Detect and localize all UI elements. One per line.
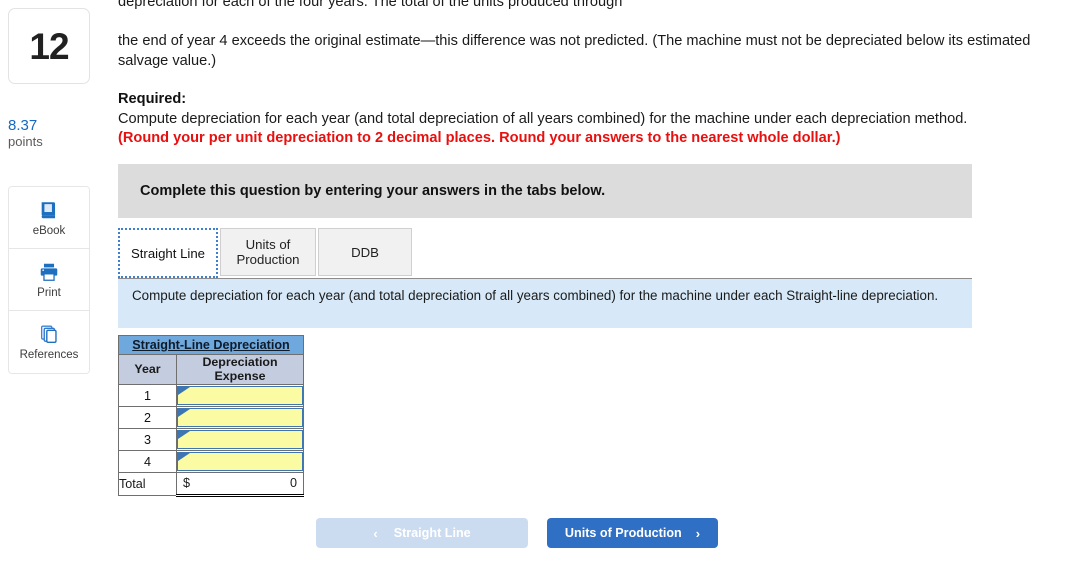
table-row: 4 bbox=[118, 450, 304, 473]
book-icon bbox=[38, 199, 60, 221]
column-header-year: Year bbox=[118, 354, 177, 385]
print-label: Print bbox=[37, 286, 61, 299]
table-title-row: Straight-Line Depreciation bbox=[118, 335, 304, 355]
tab-instruction-text: Compute depreciation for each year (and … bbox=[132, 288, 939, 303]
chevron-left-icon: ‹ bbox=[373, 525, 378, 541]
pages-stack-icon bbox=[38, 323, 60, 345]
ebook-button[interactable]: eBook bbox=[9, 187, 89, 249]
question-page: 12 8.37 points eBook Print References de… bbox=[0, 0, 1069, 561]
rounding-instruction: (Round your per unit depreciation to 2 d… bbox=[118, 130, 841, 146]
input-container-3 bbox=[176, 428, 304, 451]
total-label: Total bbox=[118, 472, 177, 496]
depreciation-input-year-3[interactable] bbox=[177, 430, 303, 449]
points-block: 8.37 points bbox=[8, 118, 104, 150]
depreciation-input-year-1[interactable] bbox=[177, 386, 303, 405]
references-label: References bbox=[19, 349, 79, 361]
year-cell-3: 3 bbox=[118, 428, 177, 451]
tab-ddb-label: DDB bbox=[351, 244, 379, 260]
table-total-row: Total $ 0 bbox=[118, 472, 304, 497]
question-number: 12 bbox=[29, 25, 69, 67]
tab-units-of-production-label: Units of Production bbox=[236, 237, 300, 267]
clipped-preceding-text: depreciation for each of the four years.… bbox=[118, 0, 623, 10]
printer-icon bbox=[38, 261, 60, 283]
next-tab-label: Units of Production bbox=[564, 526, 682, 540]
left-sidebar: 12 8.37 points eBook Print References bbox=[0, 0, 110, 561]
total-value-cell: $ 0 bbox=[176, 472, 304, 497]
problem-paragraph: the end of year 4 exceeds the original e… bbox=[118, 33, 1031, 69]
required-block: Required: Compute depreciation for each … bbox=[118, 90, 1058, 149]
previous-tab-button[interactable]: ‹ Straight Line bbox=[316, 518, 528, 548]
year-cell-2: 2 bbox=[118, 406, 177, 429]
print-button[interactable]: Print bbox=[9, 249, 89, 311]
points-value: 8.37 bbox=[8, 117, 38, 134]
previous-tab-label: Straight Line bbox=[393, 526, 471, 540]
next-tab-button[interactable]: Units of Production › bbox=[547, 518, 718, 548]
tab-straight-line[interactable]: Straight Line bbox=[118, 228, 218, 278]
tool-button-group: eBook Print References bbox=[8, 186, 90, 374]
depreciation-input-year-4[interactable] bbox=[177, 452, 303, 471]
table-row: 3 bbox=[118, 428, 304, 451]
tab-straight-line-label: Straight Line bbox=[130, 245, 206, 261]
tab-units-of-production[interactable]: Units of Production bbox=[220, 228, 316, 276]
chevron-right-icon: › bbox=[695, 525, 701, 541]
required-heading: Required: bbox=[118, 91, 187, 107]
complete-question-banner: Complete this question by entering your … bbox=[118, 164, 972, 218]
column-header-depreciation-expense: Depreciation Expense bbox=[176, 354, 304, 385]
table-row: 1 bbox=[118, 384, 304, 407]
ebook-label: eBook bbox=[32, 224, 66, 237]
table-header-row: Year Depreciation Expense bbox=[118, 354, 304, 385]
total-currency-symbol: $ bbox=[183, 476, 191, 490]
input-container-1 bbox=[176, 384, 304, 407]
input-container-4 bbox=[176, 450, 304, 473]
straight-line-depreciation-table: Straight-Line Depreciation Year Deprecia… bbox=[118, 335, 304, 497]
year-cell-4: 4 bbox=[118, 450, 177, 473]
main-content: depreciation for each of the four years.… bbox=[110, 0, 1069, 561]
question-number-card: 12 bbox=[8, 8, 90, 84]
table-row: 2 bbox=[118, 406, 304, 429]
required-instruction: Compute depreciation for each year (and … bbox=[118, 110, 968, 127]
references-button[interactable]: References bbox=[9, 311, 89, 373]
input-container-2 bbox=[176, 406, 304, 429]
total-amount: 0 bbox=[289, 476, 297, 490]
tab-instruction-panel: Compute depreciation for each year (and … bbox=[118, 278, 972, 328]
depreciation-input-year-2[interactable] bbox=[177, 408, 303, 427]
points-label: points bbox=[8, 134, 43, 149]
table-title: Straight-Line Depreciation bbox=[118, 335, 304, 355]
tab-ddb[interactable]: DDB bbox=[318, 228, 412, 276]
banner-text: Complete this question by entering your … bbox=[140, 183, 606, 199]
year-cell-1: 1 bbox=[118, 384, 177, 407]
